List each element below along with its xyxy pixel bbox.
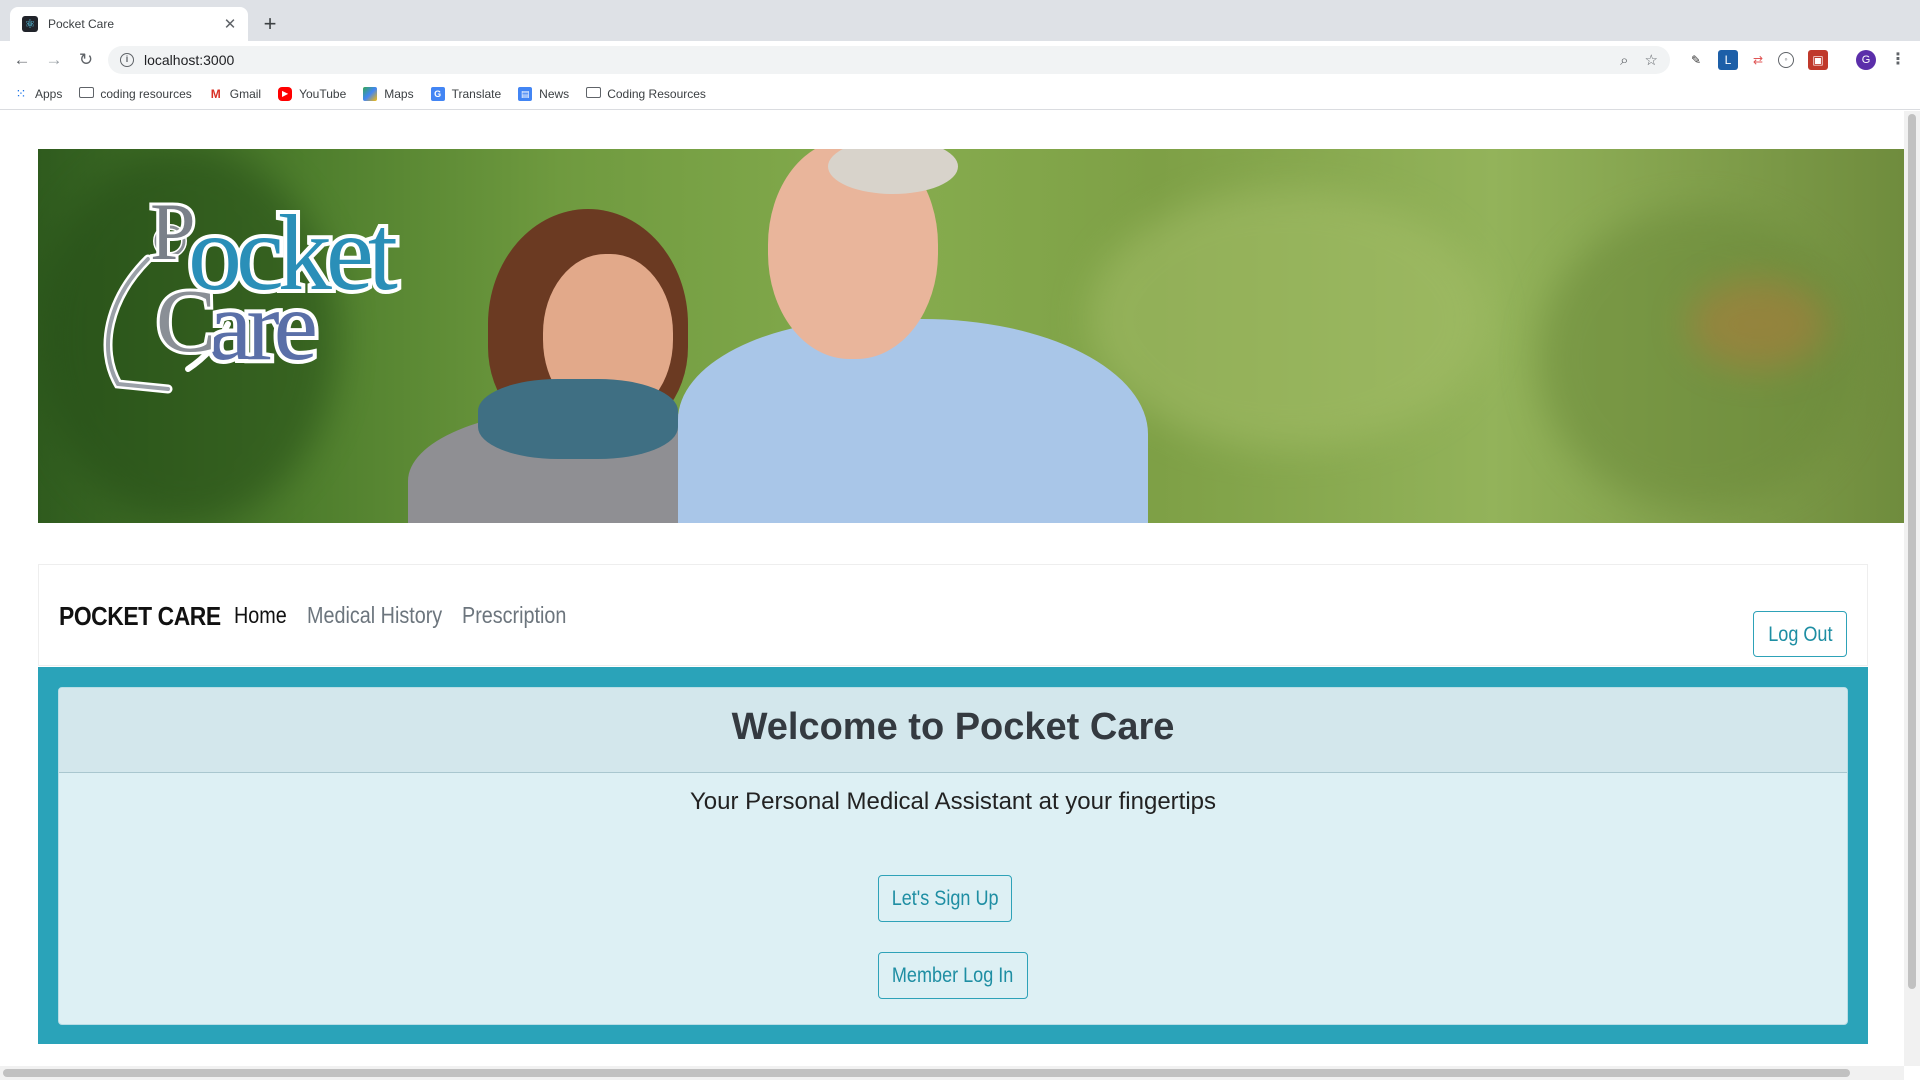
bookmark-gmail[interactable]: M Gmail	[209, 87, 261, 101]
maps-icon	[363, 87, 378, 101]
svg-text:C: C	[156, 272, 216, 371]
svg-text:P: P	[150, 186, 196, 277]
site-info-icon[interactable]: i	[120, 53, 134, 67]
welcome-jumbotron: Welcome to Pocket Care Your Personal Med…	[58, 687, 1848, 1025]
hero-bokeh	[1088, 189, 1488, 449]
bookmark-label: Apps	[35, 87, 63, 101]
forward-arrow-icon[interactable]: →	[42, 48, 66, 72]
new-tab-icon[interactable]: +	[260, 12, 280, 36]
hero-man-shirt	[678, 319, 1148, 523]
navbar-brand[interactable]: POCKET CARE	[59, 601, 221, 632]
horizontal-scrollbar[interactable]	[0, 1066, 1904, 1080]
bookmark-youtube[interactable]: ▶ YouTube	[278, 87, 346, 101]
nav-link-home[interactable]: Home	[234, 602, 287, 629]
welcome-subtitle: Your Personal Medical Assistant at your …	[689, 788, 1217, 815]
page-viewport: ocket ocket P P are are C C POCKET CARE …	[0, 111, 1904, 1066]
bookmark-label: Translate	[451, 87, 502, 101]
bookmark-translate[interactable]: G Translate	[430, 87, 502, 101]
main-navbar: POCKET CARE Home Medical History Prescri…	[38, 564, 1868, 666]
hero-banner: ocket ocket P P are are C C	[38, 149, 1904, 523]
news-icon: ▤	[518, 87, 533, 101]
extension-red-icon[interactable]: ▣	[1808, 50, 1828, 70]
extension-pen-icon[interactable]: ✎	[1686, 50, 1706, 70]
apps-grid-icon: ⁙	[15, 86, 27, 101]
extension-arrows-icon[interactable]: ⇄	[1748, 50, 1768, 70]
bookmark-star-icon[interactable]: ☆	[1645, 51, 1658, 69]
profile-avatar[interactable]: G	[1856, 50, 1876, 70]
tab-title: Pocket Care	[48, 17, 115, 31]
nav-link-prescription[interactable]: Prescription	[462, 602, 566, 629]
folder-icon	[586, 87, 602, 101]
browser-tabstrip: ⚛ Pocket Care ✕ +	[0, 0, 1920, 41]
extension-circle-icon[interactable]: ◦	[1778, 52, 1794, 68]
bookmark-coding-resources-folder[interactable]: coding resources	[79, 87, 192, 101]
logout-button[interactable]: Log Out	[1753, 611, 1847, 657]
bookmark-label: YouTube	[299, 87, 347, 101]
zoom-icon[interactable]: ⌕	[1620, 52, 1628, 69]
bookmark-label: Gmail	[229, 87, 262, 101]
sign-up-button[interactable]: Let's Sign Up	[878, 875, 1012, 922]
sign-up-button-label: Let's Sign Up	[891, 886, 999, 910]
folder-icon	[79, 87, 95, 101]
jumbotron-header: Welcome to Pocket Care	[59, 688, 1847, 773]
bookmark-coding-resources-folder-2[interactable]: Coding Resources	[586, 87, 706, 101]
bookmarks-bar: ⁙ Apps coding resources M Gmail ▶ YouTub…	[0, 79, 1920, 110]
welcome-title: Welcome to Pocket Care	[731, 706, 1175, 748]
bookmark-apps[interactable]: ⁙ Apps	[14, 86, 63, 102]
reload-icon[interactable]: ↻	[74, 48, 98, 72]
svg-text:are: are	[208, 270, 315, 381]
youtube-icon: ▶	[278, 87, 293, 101]
vertical-scrollbar-thumb[interactable]	[1908, 114, 1916, 989]
bookmark-news[interactable]: ▤ News	[518, 87, 569, 101]
extension-l-icon[interactable]: L	[1718, 50, 1738, 70]
member-login-button-label: Member Log In	[892, 963, 1014, 987]
pocket-care-logo: ocket ocket P P are are C C	[103, 183, 408, 394]
hero-bokeh	[1688, 279, 1828, 369]
hero-bokeh	[1538, 209, 1858, 509]
translate-icon: G	[430, 87, 445, 101]
gmail-icon: M	[210, 87, 221, 101]
bookmark-label: Coding Resources	[607, 87, 706, 101]
horizontal-scrollbar-thumb[interactable]	[3, 1069, 1850, 1077]
browser-toolbar: ← → ↻ i localhost:3000 ⌕ ☆ ✎ L ⇄ ◦ ▣ G ⋮	[0, 41, 1920, 79]
close-tab-icon[interactable]: ✕	[222, 15, 238, 33]
hero-woman-scarf	[478, 379, 678, 459]
logout-button-label: Log Out	[1767, 622, 1833, 646]
nav-link-medical-history[interactable]: Medical History	[307, 602, 442, 629]
bookmark-label: News	[539, 87, 570, 101]
react-favicon-icon: ⚛	[22, 16, 38, 32]
back-arrow-icon[interactable]: ←	[10, 48, 34, 72]
vertical-scrollbar[interactable]	[1904, 111, 1920, 1066]
address-url[interactable]: localhost:3000	[144, 52, 1604, 68]
bookmark-maps[interactable]: Maps	[363, 87, 414, 101]
member-login-button[interactable]: Member Log In	[878, 952, 1028, 999]
address-bar[interactable]: i localhost:3000 ⌕ ☆	[108, 46, 1670, 74]
browser-tab[interactable]: ⚛ Pocket Care ✕	[10, 7, 248, 41]
browser-menu-icon[interactable]: ⋮	[1890, 49, 1906, 71]
bookmark-label: coding resources	[100, 87, 192, 101]
bookmark-label: Maps	[384, 87, 414, 101]
